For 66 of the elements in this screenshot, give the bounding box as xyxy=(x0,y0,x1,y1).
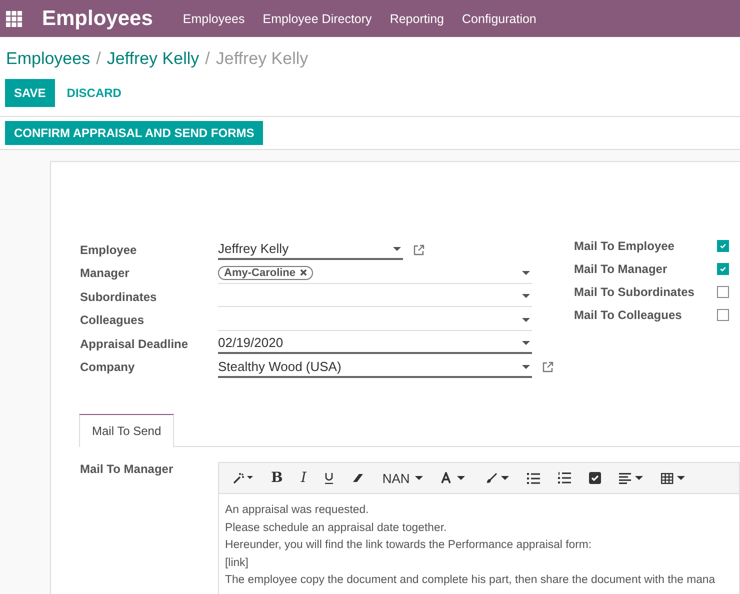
checkbox[interactable] xyxy=(717,308,729,321)
breadcrumb-item[interactable]: Employees xyxy=(6,49,90,69)
field-value: 02/19/2020 xyxy=(218,335,284,350)
breadcrumb-item[interactable]: Jeffrey Kelly xyxy=(106,49,200,69)
field-value: Jeffrey Kelly xyxy=(218,241,289,256)
menu-item[interactable]: Employees xyxy=(182,12,245,26)
input-field[interactable]: 02/19/2020 xyxy=(218,333,532,354)
table-icon[interactable] xyxy=(660,472,685,484)
field-value: Stealthy Wood (USA) xyxy=(218,358,342,374)
field-label: Appraisal Deadline xyxy=(80,336,190,351)
font-size-dropdown[interactable]: NAN xyxy=(382,470,423,486)
mail-text-line: An appraisal was requested. xyxy=(225,503,370,518)
mail-text-line: Please schedule an appraisal date together. xyxy=(225,520,448,536)
app-title: Employees xyxy=(42,6,153,30)
checkbox[interactable] xyxy=(717,240,729,252)
caret-icon[interactable] xyxy=(522,341,530,346)
field-label: Subordinates xyxy=(80,290,158,304)
italic-button[interactable]: I xyxy=(300,470,306,486)
field-label: Company xyxy=(80,360,136,374)
mail-text-line: The employee copy the document and complete his part, then share the document with the mana xyxy=(225,573,716,588)
input-field[interactable]: Stealthy Wood (USA) xyxy=(218,356,532,378)
menu-item[interactable]: Employee Directory xyxy=(262,12,372,26)
field-label: Colleagues xyxy=(80,313,146,328)
checkbox-icon[interactable] xyxy=(588,472,601,484)
caret-icon xyxy=(414,476,423,480)
numbered-list-icon[interactable] xyxy=(558,472,571,484)
eraser-icon[interactable] xyxy=(352,473,364,483)
checkbox-label: Mail To Subordinates xyxy=(574,284,696,299)
external-link-icon[interactable] xyxy=(413,244,425,256)
tag-chip[interactable]: Amy-Caroline xyxy=(218,266,313,280)
caret-icon[interactable] xyxy=(522,364,530,369)
caret-icon[interactable] xyxy=(522,318,530,322)
caret-icon[interactable] xyxy=(522,270,530,275)
field-label: Employee xyxy=(80,242,138,257)
input-field[interactable]: Jeffrey Kelly xyxy=(218,239,403,260)
checkbox-label: Mail To Colleagues xyxy=(574,308,683,322)
mail-text-line: [link] xyxy=(225,556,250,570)
paintbrush-icon[interactable] xyxy=(484,472,509,484)
breadcrumb-item: Jeffrey Kelly xyxy=(216,49,308,69)
caret-icon[interactable] xyxy=(522,294,530,298)
mail-text-line: Hereunder, you will find the link towards the Performance appraisal form: xyxy=(225,538,593,553)
breadcrumb-separator: / xyxy=(96,49,101,69)
menu-item[interactable]: Configuration xyxy=(462,12,536,26)
check-icon xyxy=(719,242,727,250)
checkbox-label: Mail To Manager xyxy=(574,262,668,276)
rich-text-editor[interactable] xyxy=(218,462,740,594)
caret-icon[interactable] xyxy=(393,247,401,252)
remove-icon[interactable] xyxy=(300,269,307,276)
bold-button[interactable]: B xyxy=(271,470,283,486)
external-link-icon[interactable] xyxy=(542,361,554,374)
field-label: Mail To Manager xyxy=(80,462,174,478)
font-color-icon[interactable] xyxy=(440,472,467,484)
input-field[interactable]: Amy-Caroline xyxy=(218,262,532,284)
tab[interactable]: Mail To Send xyxy=(79,414,174,447)
breadcrumb-separator: / xyxy=(205,49,210,69)
underline-icon[interactable] xyxy=(324,472,334,484)
checkbox[interactable] xyxy=(717,263,729,276)
check-icon xyxy=(719,265,727,274)
checkbox[interactable] xyxy=(717,286,729,298)
menu-item[interactable]: Reporting xyxy=(390,12,444,26)
magic-wand-icon[interactable] xyxy=(233,472,253,484)
bullet-list-icon[interactable] xyxy=(526,472,540,484)
checkbox-label: Mail To Employee xyxy=(574,239,676,254)
apps-grid-icon[interactable] xyxy=(6,10,22,26)
align-icon[interactable] xyxy=(618,472,643,484)
field-label: Manager xyxy=(80,266,130,280)
